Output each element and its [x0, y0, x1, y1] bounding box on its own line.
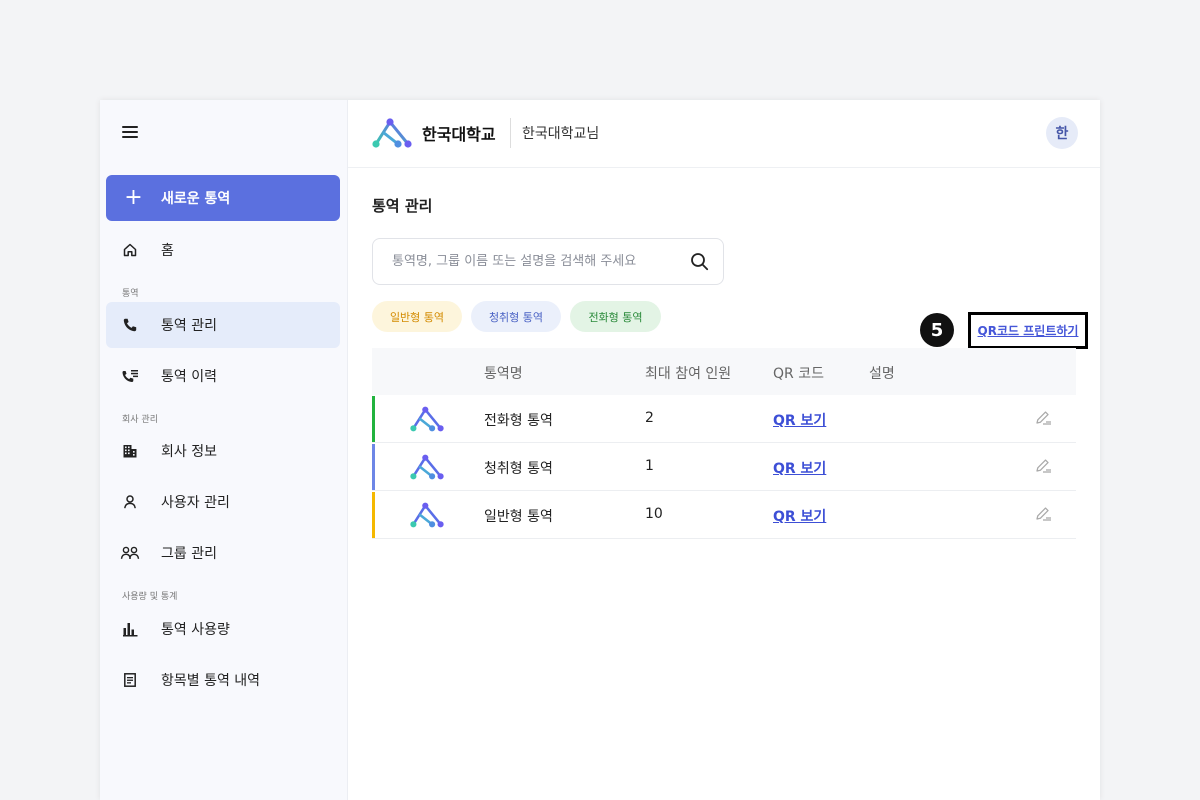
logo-icon [410, 500, 444, 534]
table-body: 전화형 통역 2 QR 보기 청취형 통역 1 QR 보기 일반형 통역 10 … [372, 395, 1076, 539]
logo-icon [410, 404, 444, 438]
section-label-usage: 사용량 및 통계 [122, 592, 178, 602]
call-log-icon [106, 368, 154, 384]
document-icon [106, 672, 154, 688]
cell-name: 청취형 통역 [484, 461, 553, 477]
main-content: 한국대학교 한국대학교님 한 통역 관리 일반형 통역 청취형 통역 전화형 통… [348, 100, 1100, 800]
table-row[interactable]: 전화형 통역 2 QR 보기 [372, 395, 1076, 443]
sidebar: + 새로운 통역 홈 통역 통역 관리 통역 이력 회사 관리 회사 정보 사용… [100, 100, 348, 800]
section-label-call: 통역 [122, 289, 139, 299]
search-input[interactable] [392, 254, 682, 269]
logo-icon [372, 116, 412, 154]
cell-max: 10 [645, 506, 663, 522]
sidebar-item-usage[interactable]: 통역 사용량 [106, 606, 340, 652]
edit-icon[interactable] [1034, 409, 1054, 431]
phone-icon [106, 317, 154, 333]
sidebar-item-label: 통역 이력 [161, 369, 217, 385]
cell-max: 2 [645, 410, 654, 426]
sidebar-item-label: 홈 [161, 243, 174, 259]
filter-chip-general[interactable]: 일반형 통역 [372, 301, 462, 332]
sidebar-item-itemized[interactable]: 항목별 통역 내역 [106, 657, 340, 703]
app-window: + 새로운 통역 홈 통역 통역 관리 통역 이력 회사 관리 회사 정보 사용… [100, 100, 1100, 800]
edit-icon[interactable] [1034, 505, 1054, 527]
edit-icon[interactable] [1034, 457, 1054, 479]
sidebar-item-label: 사용자 관리 [161, 495, 230, 511]
group-icon [106, 545, 154, 561]
cell-name: 전화형 통역 [484, 413, 553, 429]
filter-chip-phone[interactable]: 전화형 통역 [570, 301, 661, 332]
sidebar-item-user-manage[interactable]: 사용자 관리 [106, 479, 340, 525]
column-header-max: 최대 참여 인원 [645, 366, 732, 382]
cell-name: 일반형 통역 [484, 509, 553, 525]
cell-max: 1 [645, 458, 654, 474]
new-call-button[interactable]: + 새로운 통역 [106, 175, 340, 221]
user-name: 한국대학교님 [522, 126, 600, 142]
column-header-qr: QR 코드 [773, 366, 824, 382]
building-icon [106, 443, 154, 459]
sidebar-item-label: 항목별 통역 내역 [161, 673, 261, 689]
sidebar-item-home[interactable]: 홈 [106, 227, 340, 273]
table-header: 통역명 최대 참여 인원 QR 코드 설명 [372, 348, 1076, 395]
page-title: 통역 관리 [372, 197, 433, 215]
logo-icon [410, 452, 444, 486]
bar-chart-icon [106, 621, 154, 637]
sidebar-item-label: 그룹 관리 [161, 546, 217, 562]
sidebar-item-label: 통역 사용량 [161, 622, 230, 638]
search-box [372, 238, 724, 285]
sidebar-item-company-info[interactable]: 회사 정보 [106, 428, 340, 474]
org-name: 한국대학교 [422, 125, 496, 144]
qr-view-link[interactable]: QR 보기 [773, 506, 826, 526]
highlight-box: QR코드 프린트하기 [968, 312, 1088, 349]
table-row[interactable]: 일반형 통역 10 QR 보기 [372, 491, 1076, 539]
qr-view-link[interactable]: QR 보기 [773, 410, 826, 430]
type-color-bar [372, 492, 375, 538]
column-header-desc: 설명 [869, 366, 895, 382]
home-icon [106, 242, 154, 258]
new-call-label: 새로운 통역 [161, 191, 231, 207]
header-divider [510, 118, 511, 148]
type-color-bar [372, 444, 375, 490]
qr-print-link[interactable]: QR코드 프린트하기 [978, 322, 1079, 339]
step-badge: 5 [920, 313, 954, 347]
call-table: 통역명 최대 참여 인원 QR 코드 설명 전화형 통역 2 QR 보기 청취형… [372, 348, 1076, 539]
type-color-bar [372, 396, 375, 442]
section-label-company: 회사 관리 [122, 415, 158, 425]
sidebar-item-call-history[interactable]: 통역 이력 [106, 353, 340, 399]
column-header-name: 통역명 [484, 366, 523, 382]
sidebar-item-group-manage[interactable]: 그룹 관리 [106, 530, 340, 576]
table-row[interactable]: 청취형 통역 1 QR 보기 [372, 443, 1076, 491]
search-icon[interactable] [690, 252, 709, 275]
filter-chip-listen[interactable]: 청취형 통역 [471, 301, 561, 332]
avatar[interactable]: 한 [1046, 117, 1078, 149]
sidebar-item-call-manage[interactable]: 통역 관리 [106, 302, 340, 348]
sidebar-item-label: 회사 정보 [161, 444, 217, 460]
plus-icon: + [124, 185, 143, 210]
hamburger-menu-icon[interactable] [122, 126, 138, 138]
sidebar-item-label: 통역 관리 [161, 318, 217, 334]
top-bar: 한국대학교 한국대학교님 한 [348, 100, 1100, 168]
qr-view-link[interactable]: QR 보기 [773, 458, 826, 478]
user-icon [106, 494, 154, 510]
